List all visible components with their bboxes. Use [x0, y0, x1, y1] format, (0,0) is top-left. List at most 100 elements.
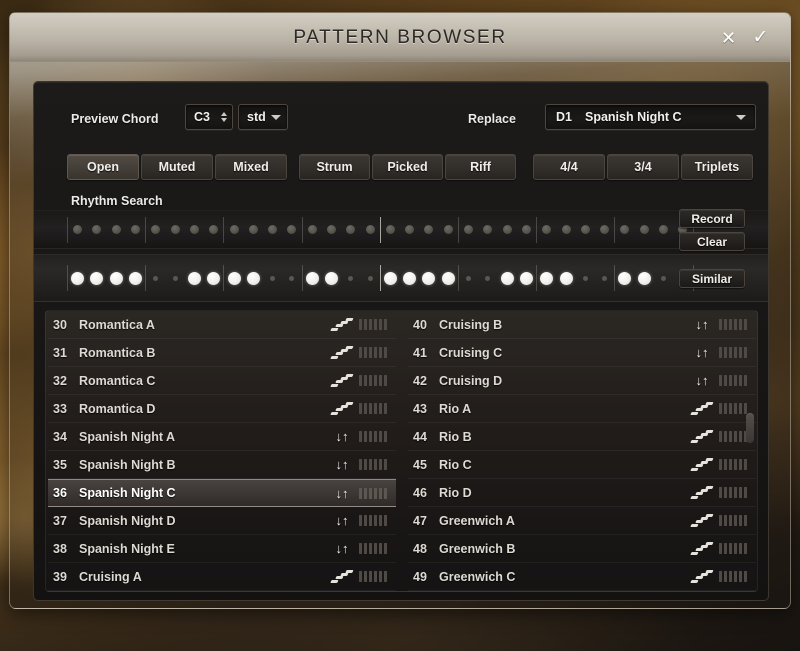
pattern-step-23[interactable]: [498, 255, 517, 301]
list-scrollbar[interactable]: [744, 311, 755, 591]
search-step-8[interactable]: [204, 211, 223, 248]
pattern-step-10[interactable]: [244, 255, 263, 301]
table-row[interactable]: 40 Cruising B ↓↑: [408, 311, 756, 339]
table-row[interactable]: 30 Romantica A: [48, 311, 396, 339]
pattern-step-9[interactable]: [224, 255, 243, 301]
replace-select[interactable]: D1 Spanish Night C: [545, 104, 756, 130]
voicing-button-muted[interactable]: Muted: [141, 154, 213, 180]
pattern-step-19[interactable]: [419, 255, 438, 301]
table-row[interactable]: 39 Cruising A: [48, 563, 396, 591]
search-step-29[interactable]: [615, 211, 634, 248]
search-step-12[interactable]: [282, 211, 301, 248]
pattern-step-18[interactable]: [400, 255, 419, 301]
table-row[interactable]: 46 Rio D: [408, 479, 756, 507]
pattern-step-26[interactable]: [556, 255, 575, 301]
pattern-step-6[interactable]: [165, 255, 184, 301]
table-row[interactable]: 32 Romantica C: [48, 367, 396, 395]
search-step-24[interactable]: [517, 211, 536, 248]
close-icon[interactable]: ✕: [717, 26, 740, 49]
table-row[interactable]: 34 Spanish Night A ↓↑: [48, 423, 396, 451]
style-button-riff[interactable]: Riff: [445, 154, 516, 180]
check-icon[interactable]: ✓: [749, 26, 772, 49]
pattern-step-1[interactable]: [68, 255, 87, 301]
pattern-step-21[interactable]: [459, 255, 478, 301]
pattern-step-17[interactable]: [381, 255, 400, 301]
pattern-step-4[interactable]: [126, 255, 145, 301]
style-button-strum[interactable]: Strum: [299, 154, 370, 180]
table-row[interactable]: 37 Spanish Night D ↓↑: [48, 507, 396, 535]
search-step-31[interactable]: [654, 211, 673, 248]
table-row[interactable]: 42 Cruising D ↓↑: [408, 367, 756, 395]
pattern-step-8[interactable]: [204, 255, 223, 301]
search-step-27[interactable]: [576, 211, 595, 248]
search-step-11[interactable]: [263, 211, 282, 248]
search-step-3[interactable]: [107, 211, 126, 248]
table-row[interactable]: 38 Spanish Night E ↓↑: [48, 535, 396, 563]
search-step-17[interactable]: [381, 211, 400, 248]
pattern-step-22[interactable]: [478, 255, 497, 301]
table-row[interactable]: 44 Rio B: [408, 423, 756, 451]
search-step-1[interactable]: [68, 211, 87, 248]
table-row[interactable]: 31 Romantica B: [48, 339, 396, 367]
pattern-step-31[interactable]: [654, 255, 673, 301]
search-step-7[interactable]: [185, 211, 204, 248]
search-step-5[interactable]: [146, 211, 165, 248]
pattern-step-13[interactable]: [303, 255, 322, 301]
search-step-10[interactable]: [244, 211, 263, 248]
pattern-step-30[interactable]: [635, 255, 654, 301]
search-step-18[interactable]: [400, 211, 419, 248]
search-step-6[interactable]: [165, 211, 184, 248]
table-row[interactable]: 49 Greenwich C: [408, 563, 756, 591]
search-step-20[interactable]: [439, 211, 458, 248]
search-step-4[interactable]: [126, 211, 145, 248]
voicing-button-mixed[interactable]: Mixed: [215, 154, 287, 180]
table-row[interactable]: 41 Cruising C ↓↑: [408, 339, 756, 367]
table-row[interactable]: 33 Romantica D: [48, 395, 396, 423]
table-row[interactable]: 43 Rio A: [408, 395, 756, 423]
search-step-16[interactable]: [360, 211, 379, 248]
search-step-9[interactable]: [224, 211, 243, 248]
search-step-21[interactable]: [459, 211, 478, 248]
pattern-step-12[interactable]: [282, 255, 301, 301]
search-step-25[interactable]: [537, 211, 556, 248]
meter-button-3-4[interactable]: 3/4: [607, 154, 679, 180]
meter-button-triplets[interactable]: Triplets: [681, 154, 753, 180]
search-step-26[interactable]: [556, 211, 575, 248]
pattern-step-27[interactable]: [576, 255, 595, 301]
search-step-19[interactable]: [419, 211, 438, 248]
list-scrollbar-thumb[interactable]: [746, 413, 754, 443]
search-step-30[interactable]: [635, 211, 654, 248]
table-row[interactable]: 48 Greenwich B: [408, 535, 756, 563]
meter-button-4-4[interactable]: 4/4: [533, 154, 605, 180]
similar-button[interactable]: Similar: [679, 269, 745, 288]
pattern-step-5[interactable]: [146, 255, 165, 301]
rhythm-search-strip[interactable]: [34, 210, 768, 249]
search-step-28[interactable]: [595, 211, 614, 248]
table-row[interactable]: 36 Spanish Night C ↓↑: [48, 479, 396, 507]
search-step-13[interactable]: [303, 211, 322, 248]
pattern-step-3[interactable]: [107, 255, 126, 301]
search-step-22[interactable]: [478, 211, 497, 248]
pattern-step-15[interactable]: [341, 255, 360, 301]
rhythm-pattern-strip[interactable]: [34, 254, 768, 302]
table-row[interactable]: 35 Spanish Night B ↓↑: [48, 451, 396, 479]
search-step-15[interactable]: [341, 211, 360, 248]
search-step-2[interactable]: [87, 211, 106, 248]
pattern-step-7[interactable]: [185, 255, 204, 301]
style-button-picked[interactable]: Picked: [372, 154, 443, 180]
stepper-arrows-icon[interactable]: [218, 112, 227, 122]
pattern-step-11[interactable]: [263, 255, 282, 301]
rhythm-pattern-steps[interactable]: [67, 255, 694, 301]
table-row[interactable]: 47 Greenwich A: [408, 507, 756, 535]
pattern-step-24[interactable]: [517, 255, 536, 301]
chord-mode-select[interactable]: std: [238, 104, 288, 130]
pattern-step-28[interactable]: [595, 255, 614, 301]
rhythm-search-steps[interactable]: [67, 211, 694, 248]
pattern-step-16[interactable]: [360, 255, 379, 301]
search-step-23[interactable]: [498, 211, 517, 248]
record-button[interactable]: Record: [679, 209, 745, 228]
voicing-button-open[interactable]: Open: [67, 154, 139, 180]
pattern-step-20[interactable]: [439, 255, 458, 301]
pattern-step-14[interactable]: [322, 255, 341, 301]
pattern-step-25[interactable]: [537, 255, 556, 301]
